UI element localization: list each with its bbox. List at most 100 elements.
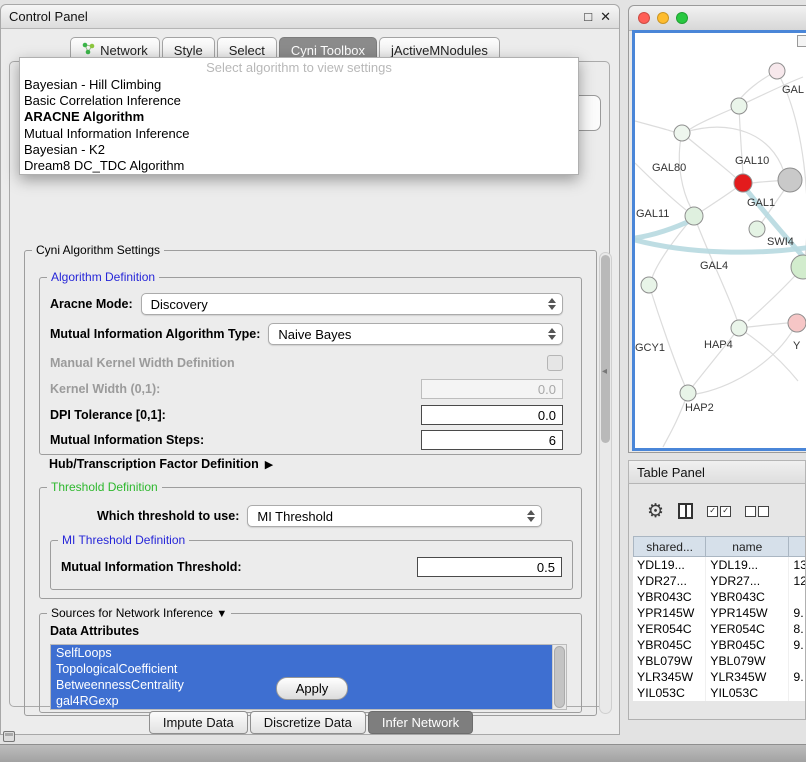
mi-threshold-field[interactable] [417,557,562,577]
table-panel-header[interactable]: Table Panel [628,460,806,484]
select-all-columns-icon[interactable]: ✓ ✓ [707,506,731,517]
network-node[interactable] [731,98,747,114]
network-node[interactable] [680,385,696,401]
node-label: GAL11 [636,208,669,220]
table-row[interactable]: YBR045CYBR045C9. [633,637,806,653]
network-node[interactable] [674,125,690,141]
which-threshold-combo[interactable]: MI Threshold [247,505,542,527]
algorithm-option-list: Bayesian - Hill ClimbingBasic Correlatio… [20,77,578,174]
table-row[interactable]: YDR27...YDR27...12 [633,573,806,589]
combo-arrows-icon [548,294,556,314]
gear-icon[interactable]: ⚙ [647,502,664,521]
network-node[interactable] [788,314,806,332]
algorithm-definition-group: Algorithm Definition Aracne Mode: Discov… [39,277,582,455]
network-node[interactable] [641,277,657,293]
columns-icon[interactable] [678,503,693,519]
bottom-tab-impute-data[interactable]: Impute Data [149,711,248,734]
algorithm-definition-title: Algorithm Definition [47,270,159,284]
network-node[interactable] [778,168,802,192]
algorithm-option[interactable]: Basic Correlation Inference [20,93,578,109]
close-traffic-light-icon[interactable] [638,12,650,24]
algorithm-option[interactable]: Dream8 DC_TDC Algorithm [20,158,578,174]
column-header[interactable]: shared... [633,536,706,557]
algorithm-option[interactable]: Mutual Information Inference [20,126,578,142]
network-node[interactable] [734,174,752,192]
table-cell: 13 [789,557,806,573]
hub-definition-label: Hub/Transcription Factor Definition [49,457,259,471]
table-row[interactable]: YLR345WYLR345W9. [633,669,806,685]
table-cell: YDR27... [633,573,706,589]
algorithm-option[interactable]: ARACNE Algorithm [20,109,578,125]
network-node[interactable] [769,63,785,79]
apply-button[interactable]: Apply [276,677,348,700]
manual-kernel-checkbox [547,355,563,371]
attribute-item[interactable]: SelfLoops [51,645,566,661]
table-row[interactable]: YER054CYER054C8. [633,621,806,637]
column-header[interactable] [789,536,806,557]
node-label: GAL [782,84,804,96]
table-row[interactable]: YPR145WYPR145W9. [633,605,806,621]
table-row[interactable]: YBR043CYBR043C [633,589,806,605]
algorithm-option[interactable]: Bayesian - K2 [20,142,578,158]
table-header-row: shared...name [633,536,806,557]
table-cell: YBL079W [706,653,789,669]
hub-definition-disclosure[interactable]: Hub/Transcription Factor Definition ▶ [49,457,273,471]
network-canvas[interactable]: GALGAL80GAL10GAL11GAL1SWI4GAL4GCY1HAP4YH… [632,30,806,451]
algorithm-option[interactable]: Bayesian - Hill Climbing [20,77,578,93]
table-cell: YPR145W [706,605,789,621]
minimized-panel-icon[interactable] [3,731,15,742]
kernel-width-label: Kernel Width (0,1): [50,382,160,396]
bottom-tab-bar: Impute DataDiscretize DataInfer Network [1,711,621,734]
mi-type-label: Mutual Information Algorithm Type: [50,327,260,341]
sources-group-title[interactable]: Sources for Network Inference ▼ [47,606,231,620]
table-row[interactable]: YIL053CYIL053C [633,685,806,701]
deselect-all-columns-icon[interactable] [745,506,769,517]
mi-threshold-group: MI Threshold Definition Mutual Informati… [50,540,573,590]
attribute-item[interactable]: TopologicalCoefficient [51,661,566,677]
settings-scrollbar[interactable] [599,252,612,714]
algorithm-dropdown-popup: Select algorithm to view settings Bayesi… [19,57,579,175]
table-cell: YIL053C [633,685,706,701]
network-window-titlebar[interactable] [629,6,806,31]
combo-arrows-icon [548,324,556,344]
column-header[interactable]: name [706,536,789,557]
table-cell: YPR145W [633,605,706,621]
aracne-mode-combo[interactable]: Discovery [141,293,563,315]
float-window-icon[interactable]: □ [584,9,592,24]
table-row[interactable]: YBL079WYBL079W [633,653,806,669]
table-cell [789,653,806,669]
kernel-width-field [421,379,563,399]
manual-kernel-label: Manual Kernel Width Definition [50,356,235,370]
node-label: GAL1 [747,197,775,209]
mi-steps-field[interactable] [421,430,563,450]
mi-type-combo[interactable]: Naive Bayes [268,323,563,345]
control-panel-titlebar[interactable]: Control Panel □ ✕ [1,5,619,29]
table-cell: 9. [789,637,806,653]
tab-label: Select [229,43,265,58]
dpi-tolerance-field[interactable] [421,405,563,425]
scroll-corner-button[interactable] [797,35,806,47]
collapse-down-icon: ▼ [216,608,227,620]
mi-threshold-label: Mutual Information Threshold: [61,560,242,574]
bottom-tab-discretize-data[interactable]: Discretize Data [250,711,366,734]
node-label: GAL10 [735,155,769,167]
minimize-traffic-light-icon[interactable] [657,12,669,24]
aracne-mode-value: Discovery [151,297,208,312]
dpi-tolerance-label: DPI Tolerance [0,1]: [50,408,166,422]
network-view-window: GALGAL80GAL10GAL11GAL1SWI4GAL4GCY1HAP4YH… [628,5,806,453]
network-node[interactable] [731,320,747,336]
bottom-tab-infer-network[interactable]: Infer Network [368,711,473,734]
zoom-traffic-light-icon[interactable] [676,12,688,24]
network-node[interactable] [685,207,703,225]
network-node[interactable] [791,255,806,279]
close-icon[interactable]: ✕ [600,9,611,25]
table-cell: YBR045C [706,637,789,653]
sources-title-text: Sources for Network Inference [51,606,213,620]
network-node[interactable] [749,221,765,237]
attribute-list-scrollbar[interactable] [552,645,566,709]
threshold-definition-group: Threshold Definition Which threshold to … [39,487,582,599]
network-canvas-svg: GALGAL80GAL10GAL11GAL1SWI4GAL4GCY1HAP4YH… [635,33,806,448]
control-panel-window: Control Panel □ ✕ NetworkStyleSelectCyni… [0,4,620,735]
table-row[interactable]: YDL19...YDL19...13 [633,557,806,573]
splitter-collapse-icon[interactable]: ◂ [602,366,607,377]
